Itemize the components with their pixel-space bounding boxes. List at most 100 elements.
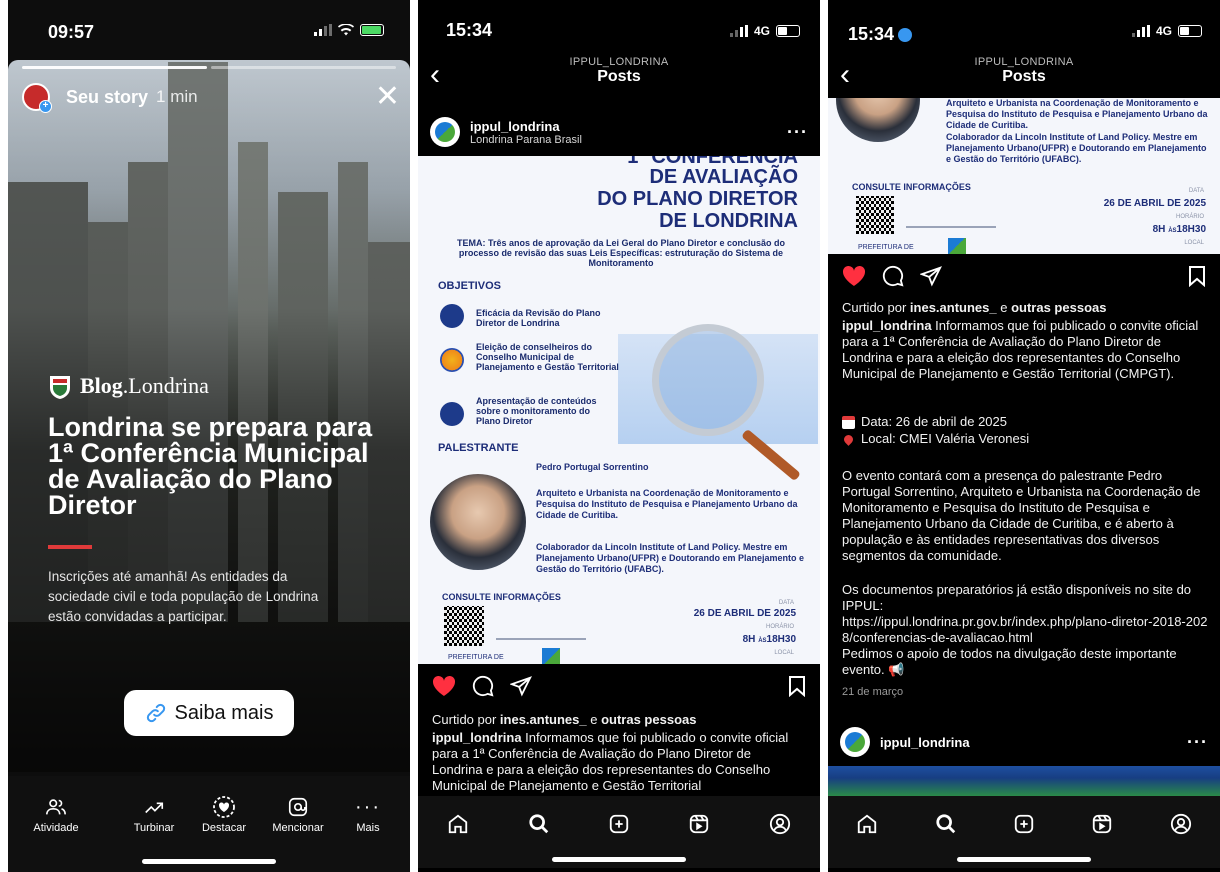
search-icon[interactable] xyxy=(932,810,960,838)
activity-label: Atividade xyxy=(33,822,79,834)
page-title: Posts xyxy=(1002,68,1046,85)
network-label: 4G xyxy=(753,24,770,38)
poster-objective-1: Eficácia da Revisão do Plano Diretor de … xyxy=(476,308,601,328)
post-screen-a: 15:34 4G ‹ IPPUL_LONDRINA Posts ippul_lo… xyxy=(418,0,820,872)
poster-prefeitura: PREFEITURA DE xyxy=(448,654,504,661)
bottom-tab-bar xyxy=(418,796,820,868)
reels-icon[interactable] xyxy=(1088,810,1116,838)
link-label: Saiba mais xyxy=(174,701,274,724)
people-icon xyxy=(440,348,464,372)
post-header: ippul_londrina Londrina Parana Brasil ··… xyxy=(418,110,820,154)
account-name: IPPUL_LONDRINA xyxy=(569,56,669,68)
profile-icon[interactable] xyxy=(1167,810,1195,838)
boost-label: Turbinar xyxy=(133,822,175,834)
boost-button[interactable]: Turbinar xyxy=(114,792,194,834)
battery-icon xyxy=(1178,25,1202,37)
story-action-bar: Atividade Turbinar Destacar Mencionar ··… xyxy=(8,776,410,872)
post-date: 21 de março xyxy=(842,686,904,698)
next-post-header: ippul_londrina ··· xyxy=(828,720,1220,764)
search-icon[interactable] xyxy=(525,810,553,838)
new-post-icon[interactable] xyxy=(1010,810,1038,838)
profile-icon[interactable] xyxy=(766,810,794,838)
home-icon[interactable] xyxy=(444,810,472,838)
account-name: IPPUL_LONDRINA xyxy=(974,56,1074,68)
location-icon xyxy=(898,27,913,42)
bookmark-icon[interactable] xyxy=(1188,265,1206,287)
poster-local-label: LOCAL xyxy=(1184,240,1204,246)
poster-hours-label: HORÁRIO xyxy=(1175,214,1204,220)
battery-icon xyxy=(776,25,800,37)
people-icon xyxy=(46,799,66,815)
story-age: 1 min xyxy=(156,87,198,106)
poster-title-1: DE AVALIAÇÃO xyxy=(649,166,798,188)
more-button[interactable]: ··· Mais xyxy=(328,792,408,835)
reels-icon[interactable] xyxy=(685,810,713,838)
poster-local-label: LOCAL xyxy=(774,650,794,656)
status-bar: 09:57 xyxy=(8,0,410,56)
highlight-button[interactable]: Destacar xyxy=(184,792,264,834)
poster-title-2: DO PLANO DIRETOR xyxy=(597,188,798,210)
signal-icon xyxy=(314,24,332,36)
post-username[interactable]: ippul_londrina xyxy=(470,119,582,134)
posts-header: ‹ IPPUL_LONDRINA Posts xyxy=(828,56,1220,96)
story-header: + Seu story 1 min ✕ xyxy=(22,82,400,113)
close-icon[interactable]: ✕ xyxy=(375,82,400,112)
share-icon[interactable] xyxy=(510,675,532,697)
status-time: 09:57 xyxy=(48,22,95,42)
divider xyxy=(48,545,92,549)
new-post-icon[interactable] xyxy=(605,810,633,838)
poster-speaker-bio-1: Arquiteto e Urbanista na Coordenação de … xyxy=(536,488,798,520)
at-icon xyxy=(288,797,308,817)
poster-prefeitura: PREFEITURA DE xyxy=(858,244,914,251)
likes-summary[interactable]: Curtido por ines.antunes_ e outras pesso… xyxy=(432,712,812,728)
poster-objective-2: Eleição de conselheiros do Conselho Muni… xyxy=(476,342,619,372)
comment-icon[interactable] xyxy=(882,265,904,287)
post-location[interactable]: Londrina Parana Brasil xyxy=(470,134,582,146)
signal-icon xyxy=(729,25,748,37)
avatar[interactable] xyxy=(840,727,870,757)
poster-theme: TEMA: Três anos de aprovação da Lei Gera… xyxy=(456,238,786,268)
event-date: Data: 26 de abril de 2025 xyxy=(842,414,1210,430)
caption-url[interactable]: https://ippul.londrina.pr.gov.br/index.p… xyxy=(842,614,1210,646)
heart-icon[interactable] xyxy=(842,265,866,287)
institution-logo xyxy=(906,208,996,228)
poster-date-label: DATA xyxy=(1188,188,1204,194)
status-icons xyxy=(314,24,384,36)
home-indicator xyxy=(142,859,276,864)
comment-icon[interactable] xyxy=(472,675,494,697)
more-icon[interactable]: ··· xyxy=(787,122,808,143)
share-icon[interactable] xyxy=(920,265,942,287)
avatar[interactable]: + xyxy=(22,83,52,113)
post-actions xyxy=(432,672,806,700)
post-screen-b: 15:34 4G ‹ IPPUL_LONDRINA Posts Arquitet… xyxy=(828,0,1220,872)
status-bar: 15:34 4G xyxy=(828,0,1220,56)
poster-consult-label: CONSULTE INFORMAÇÕES xyxy=(852,182,971,192)
back-icon[interactable]: ‹ xyxy=(430,60,440,90)
heart-icon[interactable] xyxy=(432,675,456,697)
home-icon[interactable] xyxy=(853,810,881,838)
post-image: Arquiteto e Urbanista na Coordenação de … xyxy=(828,98,1220,254)
back-icon[interactable]: ‹ xyxy=(840,60,850,90)
link-sticker-button[interactable]: Saiba mais xyxy=(124,690,294,736)
blog-logo-bold: Blog xyxy=(80,373,123,398)
gavel-icon xyxy=(440,304,464,328)
home-indicator xyxy=(552,857,686,862)
mention-button[interactable]: Mencionar xyxy=(258,792,338,834)
more-icon[interactable]: ··· xyxy=(1187,732,1208,753)
poster-title-3: DE LONDRINA xyxy=(659,210,798,232)
story-username[interactable]: Seu story xyxy=(66,87,148,108)
post-caption: ippul_londrina Informamos que foi public… xyxy=(842,318,1199,381)
link-icon xyxy=(146,703,165,723)
trending-icon xyxy=(145,802,164,814)
likes-summary[interactable]: Curtido por ines.antunes_ e outras pesso… xyxy=(842,300,1210,316)
status-icons: 4G xyxy=(729,24,800,38)
avatar[interactable] xyxy=(430,117,460,147)
activity-button[interactable]: Atividade xyxy=(16,792,96,834)
status-time: 15:34 xyxy=(446,20,493,40)
status-time: 15:34 xyxy=(848,24,913,45)
crest-icon xyxy=(50,376,70,399)
qr-code xyxy=(856,196,894,234)
post-username[interactable]: ippul_londrina xyxy=(880,735,970,750)
bookmark-icon[interactable] xyxy=(788,675,806,697)
megaphone-icon: 📢 xyxy=(888,662,905,677)
